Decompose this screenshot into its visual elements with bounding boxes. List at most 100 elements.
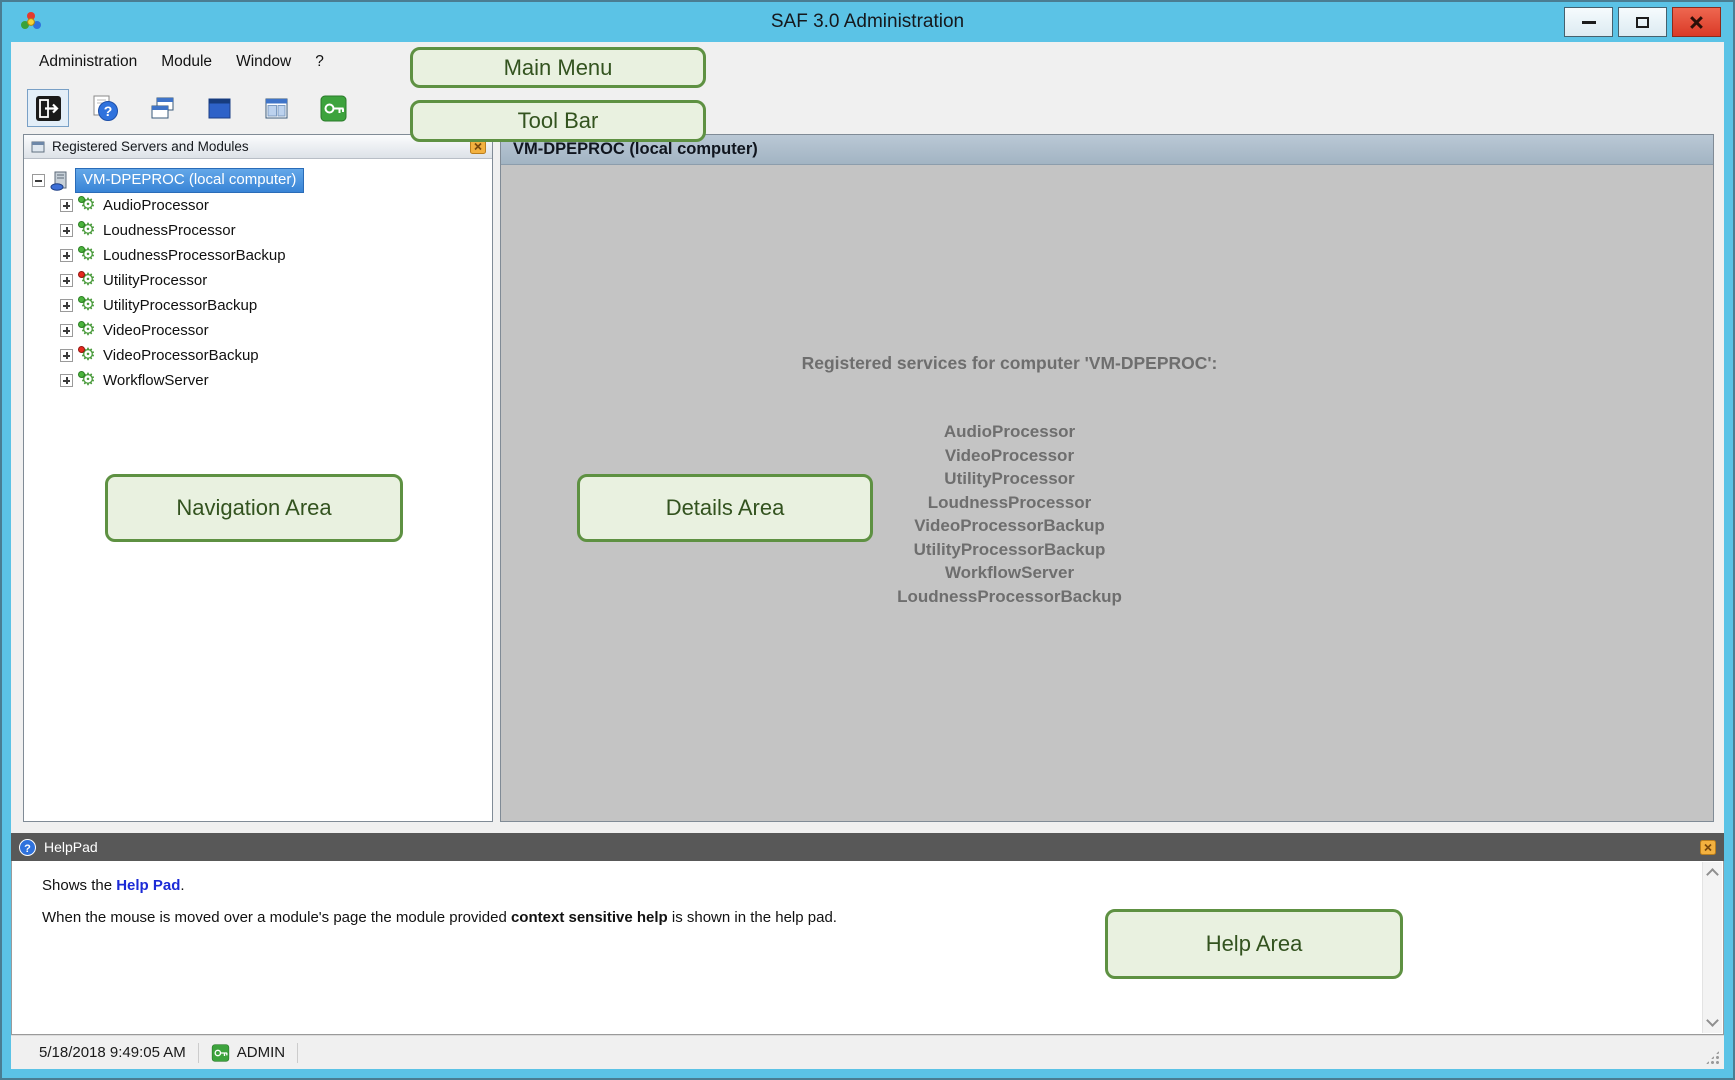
tile-windows-button[interactable]	[255, 89, 297, 127]
services-heading: Registered services for computer 'VM-DPE…	[501, 353, 1518, 374]
helppad-body: Shows the Help Pad. When the mouse is mo…	[11, 861, 1724, 1035]
module-page-button[interactable]	[198, 89, 240, 127]
expand-icon[interactable]	[60, 374, 73, 387]
title-bar: SAF 3.0 Administration	[2, 2, 1733, 42]
tree-item-utility-processor[interactable]: UtilityProcessor	[32, 268, 492, 293]
user-key-icon	[211, 1044, 230, 1062]
expand-icon[interactable]	[60, 324, 73, 337]
toolbar: ?	[11, 82, 1724, 134]
svg-text:?: ?	[24, 843, 31, 855]
tree-item-workflow-server[interactable]: WorkflowServer	[32, 368, 492, 393]
service-entry: LoudnessProcessorBackup	[501, 585, 1518, 609]
service-entry: WorkflowServer	[501, 561, 1518, 585]
module-gears-icon	[78, 221, 98, 241]
module-gears-icon	[78, 246, 98, 266]
tree-item-audio-processor[interactable]: AudioProcessor	[32, 193, 492, 218]
svg-text:?: ?	[103, 103, 112, 119]
annotation-main-menu: Main Menu	[410, 47, 706, 88]
status-separator	[198, 1043, 199, 1063]
cascade-windows-button[interactable]	[141, 89, 183, 127]
helppad-line-2: When the mouse is moved over a module's …	[42, 909, 1653, 926]
exit-button[interactable]	[27, 89, 69, 127]
helppad-scrollbar[interactable]	[1702, 862, 1722, 1033]
helppad-panel: ? HelpPad Shows the Help Pad. When the m…	[11, 833, 1724, 1035]
module-gears-icon	[78, 271, 98, 291]
window-controls	[1564, 7, 1721, 37]
menu-bar: Administration Module Window ?	[11, 42, 1724, 82]
expand-icon[interactable]	[60, 199, 73, 212]
resize-grip[interactable]	[1705, 1050, 1720, 1065]
service-entry: VideoProcessor	[501, 444, 1518, 468]
scroll-up-icon[interactable]	[1706, 868, 1719, 881]
key-icon	[320, 95, 347, 122]
helppad-close-button[interactable]	[1700, 840, 1716, 855]
selected-tree-label: VM-DPEPROC (local computer)	[75, 168, 304, 193]
tree-item-vm-dpeproc[interactable]: VM-DPEPROC (local computer)	[32, 168, 492, 193]
annotation-navigation-area: Navigation Area	[105, 474, 403, 542]
status-user-label: ADMIN	[237, 1044, 285, 1061]
navigation-panel-title: Registered Servers and Modules	[52, 139, 249, 154]
cascade-windows-icon	[149, 95, 176, 122]
module-page-icon	[206, 95, 233, 122]
close-icon	[1689, 15, 1704, 30]
status-user: ADMIN	[211, 1044, 285, 1062]
tree-label: AudioProcessor	[103, 197, 209, 214]
status-timestamp: 5/18/2018 9:49:05 AM	[39, 1044, 186, 1061]
service-entry: AudioProcessor	[501, 420, 1518, 444]
collapse-icon[interactable]	[32, 174, 45, 187]
helppad-help-icon: ?	[19, 839, 36, 856]
helppad-title: HelpPad	[44, 839, 98, 855]
tree-item-utility-processor-backup[interactable]: UtilityProcessorBackup	[32, 293, 492, 318]
menu-item-module[interactable]: Module	[149, 44, 224, 80]
app-logo-icon	[20, 11, 42, 33]
tree-label: UtilityProcessor	[103, 272, 207, 289]
annotation-help-area: Help Area	[1105, 909, 1403, 979]
scroll-down-icon[interactable]	[1706, 1014, 1719, 1027]
tree-label: LoudnessProcessorBackup	[103, 247, 286, 264]
minimize-icon	[1582, 21, 1596, 24]
window-title: SAF 3.0 Administration	[2, 11, 1733, 33]
tree-item-video-processor-backup[interactable]: VideoProcessorBackup	[32, 343, 492, 368]
client-area: Administration Module Window ?	[11, 42, 1724, 1069]
helppad-line-1: Shows the Help Pad.	[42, 877, 1653, 894]
expand-icon[interactable]	[60, 299, 73, 312]
expand-icon[interactable]	[60, 224, 73, 237]
annotation-details-area: Details Area	[577, 474, 873, 542]
module-gears-icon	[78, 296, 98, 316]
tree-item-video-processor[interactable]: VideoProcessor	[32, 318, 492, 343]
panel-splitter[interactable]	[493, 134, 500, 822]
tree-item-loudness-processor[interactable]: LoudnessProcessor	[32, 218, 492, 243]
help-button[interactable]: ?	[84, 89, 126, 127]
maximize-button[interactable]	[1618, 7, 1667, 37]
annotation-tool-bar: Tool Bar	[410, 100, 706, 142]
panel-close-icon	[1700, 840, 1716, 855]
menu-item-window[interactable]: Window	[224, 44, 303, 80]
module-gears-icon	[78, 196, 98, 216]
maximize-icon	[1636, 17, 1649, 28]
module-gears-icon	[78, 346, 98, 366]
tile-windows-icon	[263, 95, 290, 122]
tree-item-loudness-processor-backup[interactable]: LoudnessProcessorBackup	[32, 243, 492, 268]
helppad-header: ? HelpPad	[11, 833, 1724, 861]
menu-item-help[interactable]: ?	[303, 44, 336, 80]
close-button[interactable]	[1672, 7, 1721, 37]
exit-icon	[35, 95, 62, 122]
tree-label: LoudnessProcessor	[103, 222, 236, 239]
tree-label: UtilityProcessorBackup	[103, 297, 257, 314]
help-pad-link[interactable]: Help Pad	[116, 877, 180, 894]
tree-label: WorkflowServer	[103, 372, 209, 389]
help-icon: ?	[92, 95, 119, 122]
expand-icon[interactable]	[60, 249, 73, 262]
module-gears-icon	[78, 321, 98, 341]
expand-icon[interactable]	[60, 349, 73, 362]
app-window: SAF 3.0 Administration Administration Mo…	[0, 0, 1735, 1080]
panel-icon	[30, 139, 46, 155]
module-gears-icon	[78, 371, 98, 391]
minimize-button[interactable]	[1564, 7, 1613, 37]
menu-item-administration[interactable]: Administration	[27, 44, 149, 80]
tree-label: VideoProcessor	[103, 322, 209, 339]
status-bar: 5/18/2018 9:49:05 AM ADMIN	[11, 1035, 1724, 1069]
key-login-button[interactable]	[312, 89, 354, 127]
expand-icon[interactable]	[60, 274, 73, 287]
tree-label: VideoProcessorBackup	[103, 347, 259, 364]
